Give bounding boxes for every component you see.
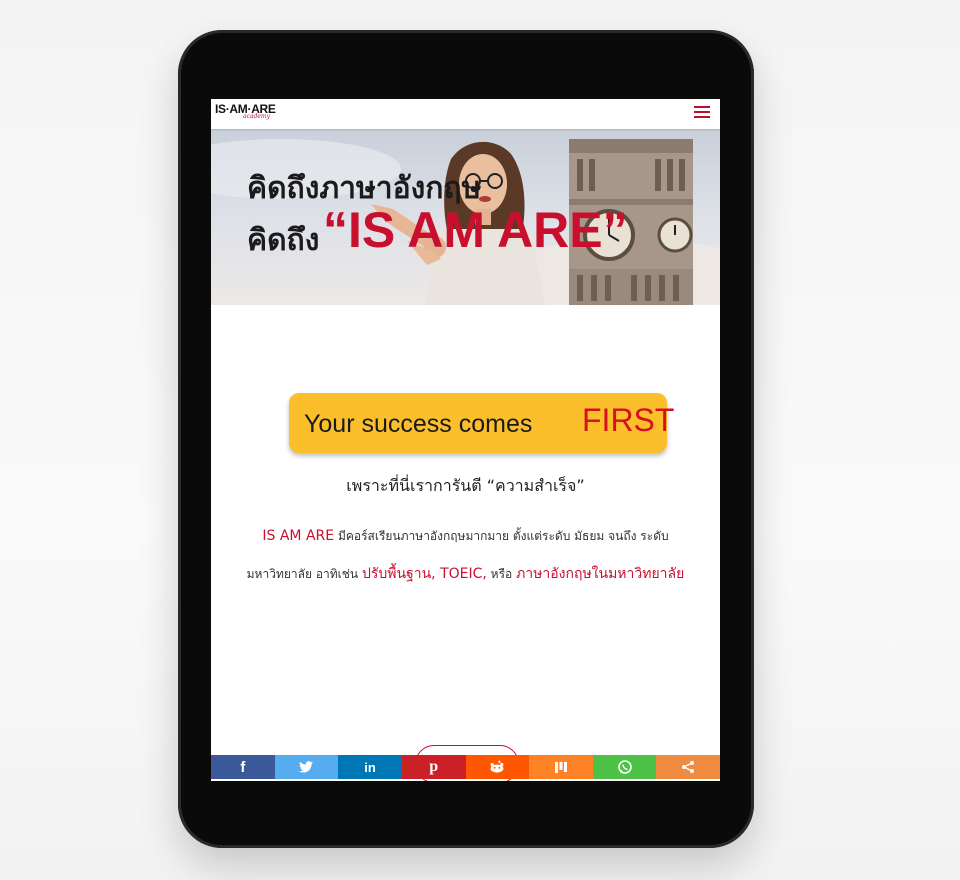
twitter-icon [299,761,314,773]
hamburger-menu-icon[interactable] [694,106,710,120]
description-line1: IS AM ARE มีคอร์สเรียนภาษาอังกฤษมากมาย ต… [211,527,720,546]
share-whatsapp[interactable] [592,755,657,779]
description-brand: IS AM ARE [262,528,335,544]
pinterest-icon: p [429,758,439,775]
share-twitter[interactable] [274,755,339,779]
share-linkedin[interactable]: in [338,755,402,779]
course-basic: ปรับพื้นฐาน, TOEIC, [361,566,487,582]
facebook-icon: f [240,758,246,776]
banner-text: Your success comes [304,410,533,438]
whatsapp-icon [617,760,632,774]
reddit-icon [490,760,504,773]
headline-line2-prefix: คิดถึง [247,224,320,257]
share-reddit[interactable] [465,755,530,779]
share-icon [682,761,695,773]
description-text1: มีคอร์สเรียนภาษาอังกฤษมากมาย ตั้งแต่ระดั… [334,529,669,543]
share-mix[interactable] [529,755,593,779]
social-share-bar: f in p [211,755,720,779]
site-logo-tagline: academy [243,113,270,120]
headline-brand: “IS AM ARE” [323,202,628,258]
share-facebook[interactable]: f [211,755,275,779]
description-line2: มหาวิทยาลัย อาทิเช่น ปรับพื้นฐาน, TOEIC,… [211,563,720,585]
banner-emphasis: FIRST [582,402,675,438]
success-banner: Your success comes FIRST [289,393,674,453]
tablet-screen: IS·AM·ARE academy คิดถึงภาษาอังกฤษ คิดถึ… [211,99,720,781]
tagline: เพราะที่นี่เราการันตี “ความสำเร็จ” [346,476,585,495]
linkedin-icon: in [364,759,376,775]
course-university: ภาษาอังกฤษในมหาวิทยาลัย [516,566,685,582]
description-text2: มหาวิทยาลัย อาทิเช่น [246,567,362,581]
description-conj: หรือ [486,567,517,581]
share-pinterest[interactable]: p [401,755,466,779]
mix-icon [554,762,567,773]
share-more[interactable] [656,755,720,779]
site-header: IS·AM·ARE academy [211,99,720,129]
